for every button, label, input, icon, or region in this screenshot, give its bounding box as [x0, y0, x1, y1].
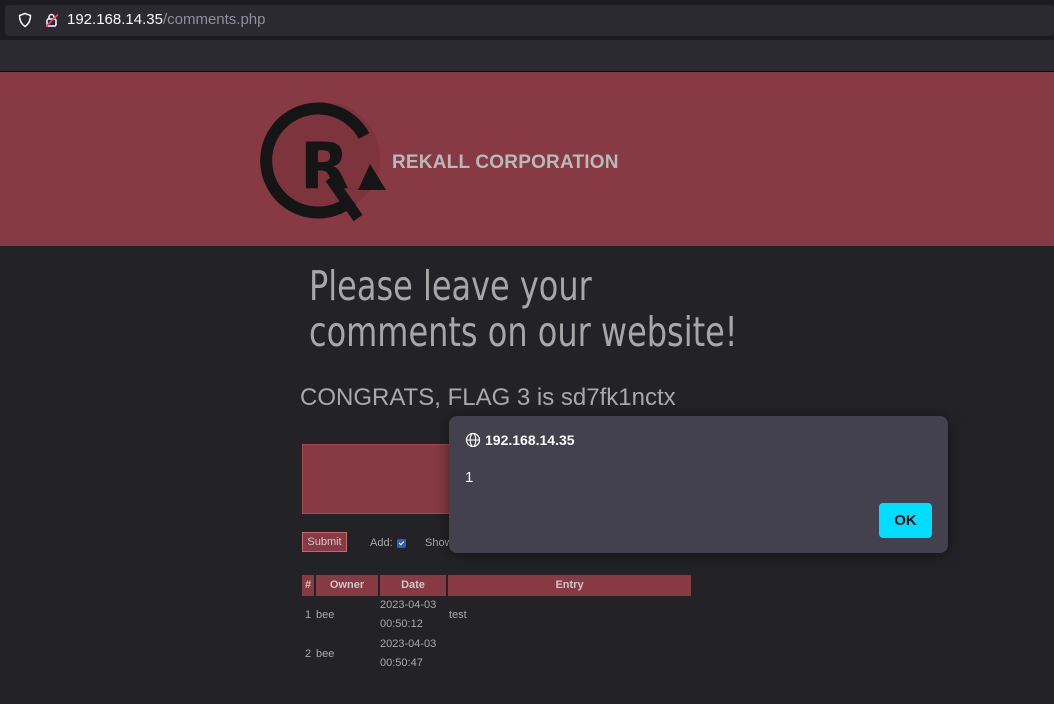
row-date: 2023-04-03: [380, 638, 437, 650]
alert-message: 1: [465, 469, 474, 486]
bookmarks-toolbar: [0, 40, 1054, 72]
row-owner: bee: [316, 648, 335, 660]
add-checkbox[interactable]: [397, 539, 406, 548]
url-text[interactable]: 192.168.14.35/comments.php: [67, 11, 265, 28]
rekall-logo-icon: R: [260, 102, 386, 222]
row-number: 2: [305, 648, 312, 660]
page-title: Please leave your comments on our websit…: [309, 262, 738, 356]
url-host: 192.168.14.35: [67, 11, 163, 28]
page-title-line1: Please leave your: [309, 262, 592, 310]
column-header-owner: Owner: [316, 575, 378, 596]
alert-dialog: 192.168.14.35 1 OK: [449, 416, 948, 553]
add-label: Add:: [370, 537, 393, 549]
url-bar[interactable]: 192.168.14.35/comments.php: [5, 5, 1054, 36]
column-header-date: Date: [380, 575, 446, 596]
row-entry: test: [449, 609, 467, 621]
column-header-entry: Entry: [448, 575, 691, 596]
page-content: R REKALL CORPORATION Please leave your c…: [0, 72, 1054, 704]
browser-toolbar: 192.168.14.35/comments.php: [0, 0, 1054, 40]
submit-button[interactable]: Submit: [302, 532, 347, 552]
column-header-number: #: [302, 575, 314, 596]
shield-icon[interactable]: [17, 12, 33, 28]
ok-button[interactable]: OK: [879, 503, 932, 538]
row-date: 2023-04-03: [380, 599, 437, 611]
alert-host: 192.168.14.35: [485, 432, 575, 448]
row-time: 00:50:47: [380, 657, 423, 669]
url-path: /comments.php: [162, 11, 266, 28]
page-title-line2: comments on our website!: [309, 308, 738, 356]
globe-icon: [465, 432, 481, 448]
header-banner: R REKALL CORPORATION: [0, 72, 1054, 246]
insecure-lock-icon[interactable]: [44, 12, 60, 28]
company-name: REKALL CORPORATION: [392, 152, 619, 173]
row-owner: bee: [316, 609, 335, 621]
flag-message: CONGRATS, FLAG 3 is sd7fk1nctx: [300, 384, 676, 411]
row-time: 00:50:12: [380, 618, 423, 630]
row-number: 1: [305, 609, 312, 621]
